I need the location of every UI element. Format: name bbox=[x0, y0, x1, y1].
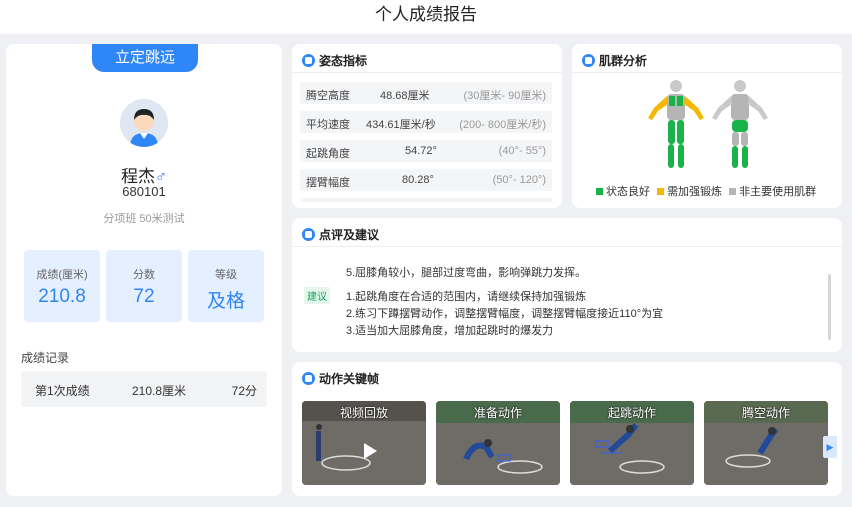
stat-value: 及格 bbox=[206, 291, 245, 312]
keyframe-flight[interactable]: 腾空动作 bbox=[704, 401, 828, 485]
avatar-icon bbox=[120, 99, 168, 147]
metric-name: 腾空高度 bbox=[306, 90, 350, 102]
muscle-card: 肌群分析 状态良好 需加强锻炼 非主要使用肌群 bbox=[572, 44, 842, 208]
advice-line: 3.适当加大屈膝角度，增加起跳时的爆发力 bbox=[346, 325, 554, 337]
metric-name: 起跳角度 bbox=[306, 148, 350, 160]
record-row[interactable]: 第1次成绩 210.8厘米 72分 bbox=[21, 371, 267, 407]
stat-result: 成绩(厘米) 210.8 bbox=[24, 250, 100, 322]
posture-title: 姿态指标 bbox=[302, 52, 367, 69]
legend-good: 状态良好 bbox=[606, 186, 650, 198]
metric-range: (50°- 120°) bbox=[492, 174, 546, 186]
metric-value: 434.61厘米/秒 bbox=[366, 119, 436, 131]
muscle-legend: 状态良好 需加强锻炼 非主要使用肌群 bbox=[596, 183, 816, 199]
stat-value: 210.8 bbox=[38, 286, 86, 307]
keyframe-label: 视频回放 bbox=[339, 406, 388, 420]
class-info: 分项班 50米测试 bbox=[103, 213, 185, 225]
stat-grade: 等级 及格 bbox=[188, 250, 264, 322]
muscle-title-text: 肌群分析 bbox=[599, 54, 648, 68]
legend-warn: 需加强锻炼 bbox=[667, 186, 723, 198]
metric-value: 48.68厘米 bbox=[380, 90, 430, 102]
posture-row: 平均速度 434.61厘米/秒 (200- 800厘米/秒) bbox=[300, 111, 552, 133]
student-id: 680101 bbox=[122, 184, 166, 199]
avatar bbox=[120, 99, 168, 147]
posture-row: 摆臂幅度 80.28° (50°- 120°) bbox=[300, 169, 552, 191]
metric-name: 平均速度 bbox=[306, 119, 350, 131]
stat-value: 72 bbox=[133, 286, 155, 307]
posture-card: 姿态指标 腾空高度 48.68厘米 (30厘米- 90厘米) 平均速度 434.… bbox=[292, 44, 562, 208]
keyframes-card: 动作关键帧 视频回放 准备动作 起跳动作 腾空动作 ▶ bbox=[292, 362, 842, 496]
advice-line: 1.起跳角度在合适的范围内，请继续保持加强锻炼 bbox=[346, 291, 587, 303]
next-arrow-icon[interactable]: ▶ bbox=[823, 436, 837, 458]
problem-line: 5.屈膝角较小，腿部过度弯曲，影响弹跳力发挥。 bbox=[346, 267, 587, 279]
legend-neutral: 非主要使用肌群 bbox=[739, 186, 817, 198]
records-title: 成绩记录 bbox=[21, 351, 70, 365]
divider bbox=[292, 72, 562, 73]
keyframes-title: 动作关键帧 bbox=[302, 370, 379, 387]
keyframes-title-text: 动作关键帧 bbox=[319, 372, 380, 386]
body-front-figure bbox=[648, 80, 704, 168]
metric-range: (30厘米- 90厘米) bbox=[463, 90, 546, 102]
posture-row: 腾空高度 48.68厘米 (30厘米- 90厘米) bbox=[300, 82, 552, 104]
legend-neutral-swatch bbox=[729, 188, 737, 195]
muscle-icon bbox=[582, 54, 595, 67]
record-score: 72分 bbox=[231, 384, 257, 398]
divider bbox=[572, 72, 842, 73]
posture-row: 起跳角度 54.72° (40°- 55°) bbox=[300, 140, 552, 162]
student-profile-card: 立定跳远 程杰♂ 680101 分项班 50米测试 成绩(厘米) 210.8 分… bbox=[6, 44, 282, 496]
keyframe-label: 准备动作 bbox=[473, 406, 522, 420]
stat-label: 分数 bbox=[133, 269, 155, 281]
report-header: 个人成绩报告 bbox=[0, 0, 852, 34]
image-icon bbox=[302, 372, 315, 385]
muscle-title: 肌群分析 bbox=[582, 52, 647, 69]
comment-card: 点评及建议 5.屈膝角较小，腿部过度弯曲，影响弹跳力发挥。 建议 1.起跳角度在… bbox=[292, 218, 842, 352]
keyframe-label: 起跳动作 bbox=[607, 406, 656, 420]
body-back-figure bbox=[712, 80, 768, 168]
metric-value: 54.72° bbox=[405, 145, 437, 157]
chart-icon bbox=[302, 54, 315, 67]
keyframe-ready[interactable]: 准备动作 bbox=[436, 401, 560, 485]
metric-range: (200- 800厘米/秒) bbox=[459, 119, 546, 131]
keyframe-label: 腾空动作 bbox=[741, 406, 790, 420]
legend-warn-swatch bbox=[657, 188, 665, 195]
posture-title-text: 姿态指标 bbox=[319, 54, 368, 68]
metric-range: (40°- 55°) bbox=[498, 145, 546, 157]
comment-icon bbox=[302, 228, 315, 241]
advice-tag: 建议 bbox=[304, 287, 330, 304]
metric-value: 80.28° bbox=[402, 174, 434, 186]
record-distance: 210.8厘米 bbox=[132, 384, 187, 398]
divider bbox=[292, 246, 842, 247]
comment-title-text: 点评及建议 bbox=[319, 228, 380, 242]
stat-label: 成绩(厘米) bbox=[36, 269, 88, 281]
muscle-diagram bbox=[648, 80, 768, 168]
comment-title: 点评及建议 bbox=[302, 226, 379, 243]
record-label: 第1次成绩 bbox=[35, 384, 90, 398]
legend-good-swatch bbox=[596, 188, 603, 195]
advice-line: 2.练习下蹲摆臂动作，调整摆臂幅度，调整摆臂幅度接近110°为宜 bbox=[346, 308, 664, 320]
keyframe-takeoff[interactable]: 起跳动作 bbox=[570, 401, 694, 485]
metric-name: 摆臂幅度 bbox=[306, 177, 350, 189]
comment-scrollbar[interactable] bbox=[828, 274, 831, 340]
posture-row-partial bbox=[300, 198, 552, 202]
keyframe-video-replay[interactable]: 视频回放 bbox=[302, 401, 426, 485]
page-title: 个人成绩报告 bbox=[375, 5, 477, 24]
stat-score: 分数 72 bbox=[106, 250, 182, 322]
stat-label: 等级 bbox=[215, 269, 237, 281]
event-tab[interactable]: 立定跳远 bbox=[92, 44, 198, 72]
